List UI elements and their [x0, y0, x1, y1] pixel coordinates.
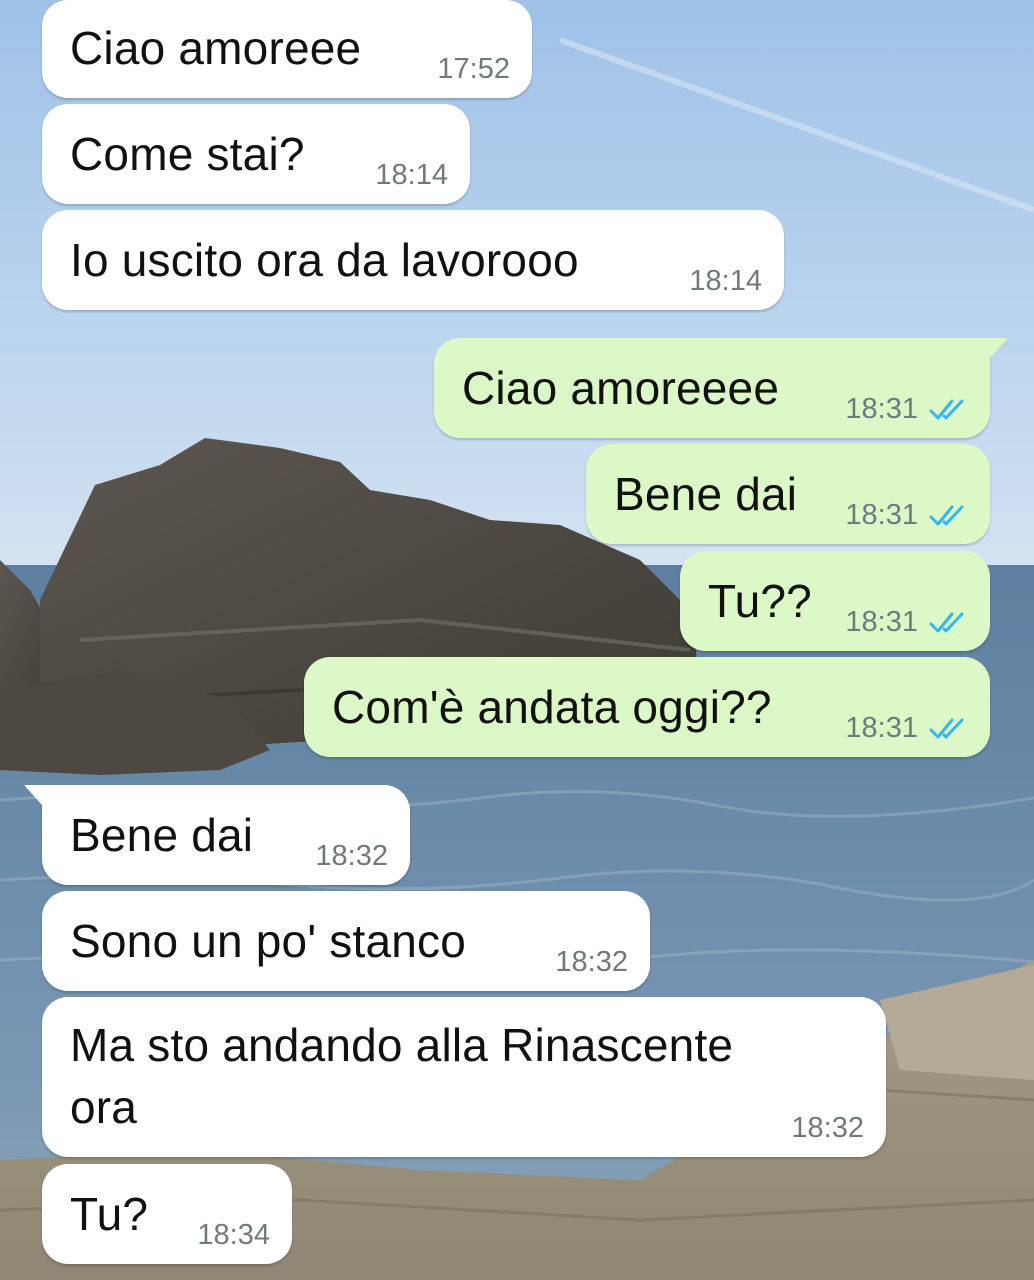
message-meta: 18:31 [845, 606, 968, 639]
bubble-tail [24, 785, 42, 805]
incoming-message[interactable]: Bene dai 18:32 [24, 785, 410, 885]
message-time: 18:14 [689, 265, 762, 297]
bubble-tail [990, 338, 1008, 358]
message-time: 18:31 [845, 393, 918, 425]
message-time: 17:52 [437, 53, 510, 85]
message-text: Come stai? [70, 128, 305, 180]
message-meta: 18:32 [315, 840, 388, 873]
message-time: 18:31 [845, 606, 918, 638]
message-text: Com'è andata oggi?? [332, 681, 772, 733]
double-check-read-icon [929, 505, 964, 525]
double-check-read-icon [929, 612, 964, 632]
message-meta: 18:31 [845, 393, 968, 426]
outgoing-message[interactable]: Bene dai 18:31 [586, 444, 990, 544]
message-meta: 18:31 [845, 499, 968, 532]
incoming-message[interactable]: Sono un po' stanco 18:32 [42, 891, 650, 991]
message-time: 18:31 [845, 499, 918, 531]
incoming-message[interactable]: Ciao amoreee 17:52 [42, 0, 532, 98]
message-meta: 18:32 [555, 946, 628, 979]
message-text: Bene dai [614, 468, 798, 520]
message-text: Ma sto andando alla Rinascente [70, 1019, 734, 1071]
message-meta: 18:14 [375, 159, 448, 192]
message-meta: 18:32 [791, 1112, 864, 1145]
message-text: Ciao amoreeee [462, 362, 780, 414]
message-text: Io uscito ora da lavorooo [70, 234, 579, 286]
message-time: 18:14 [375, 159, 448, 191]
incoming-message[interactable]: Ma sto andando alla Rinascente ora 18:32 [42, 997, 886, 1157]
message-text: Tu?? [708, 575, 812, 627]
message-text: Bene dai [70, 809, 254, 861]
incoming-message[interactable]: Come stai? 18:14 [42, 104, 470, 204]
message-meta: 17:52 [437, 53, 510, 86]
message-text: Tu? [70, 1188, 149, 1240]
message-time: 18:32 [791, 1112, 864, 1144]
message-meta: 18:14 [689, 265, 762, 298]
outgoing-message[interactable]: Com'è andata oggi?? 18:31 [304, 657, 990, 757]
incoming-message[interactable]: Io uscito ora da lavorooo 18:14 [42, 210, 784, 310]
message-meta: 18:34 [197, 1219, 270, 1252]
message-text: Sono un po' stanco [70, 915, 467, 967]
message-time: 18:32 [315, 840, 388, 872]
message-time: 18:31 [845, 712, 918, 744]
incoming-message[interactable]: Tu? 18:34 [42, 1164, 292, 1264]
outgoing-message[interactable]: Ciao amoreeee 18:31 [434, 338, 1008, 438]
message-text-line-2: ora [70, 1081, 138, 1133]
message-time: 18:32 [555, 946, 628, 978]
message-text: Ciao amoreee [70, 22, 362, 74]
double-check-read-icon [929, 399, 964, 419]
message-meta: 18:31 [845, 712, 968, 745]
message-list[interactable]: Ciao amoreee 17:52 Come stai? 18:14 Io u… [0, 0, 1034, 1280]
outgoing-message[interactable]: Tu?? 18:31 [680, 551, 990, 651]
message-time: 18:34 [197, 1219, 270, 1251]
double-check-read-icon [929, 718, 964, 738]
